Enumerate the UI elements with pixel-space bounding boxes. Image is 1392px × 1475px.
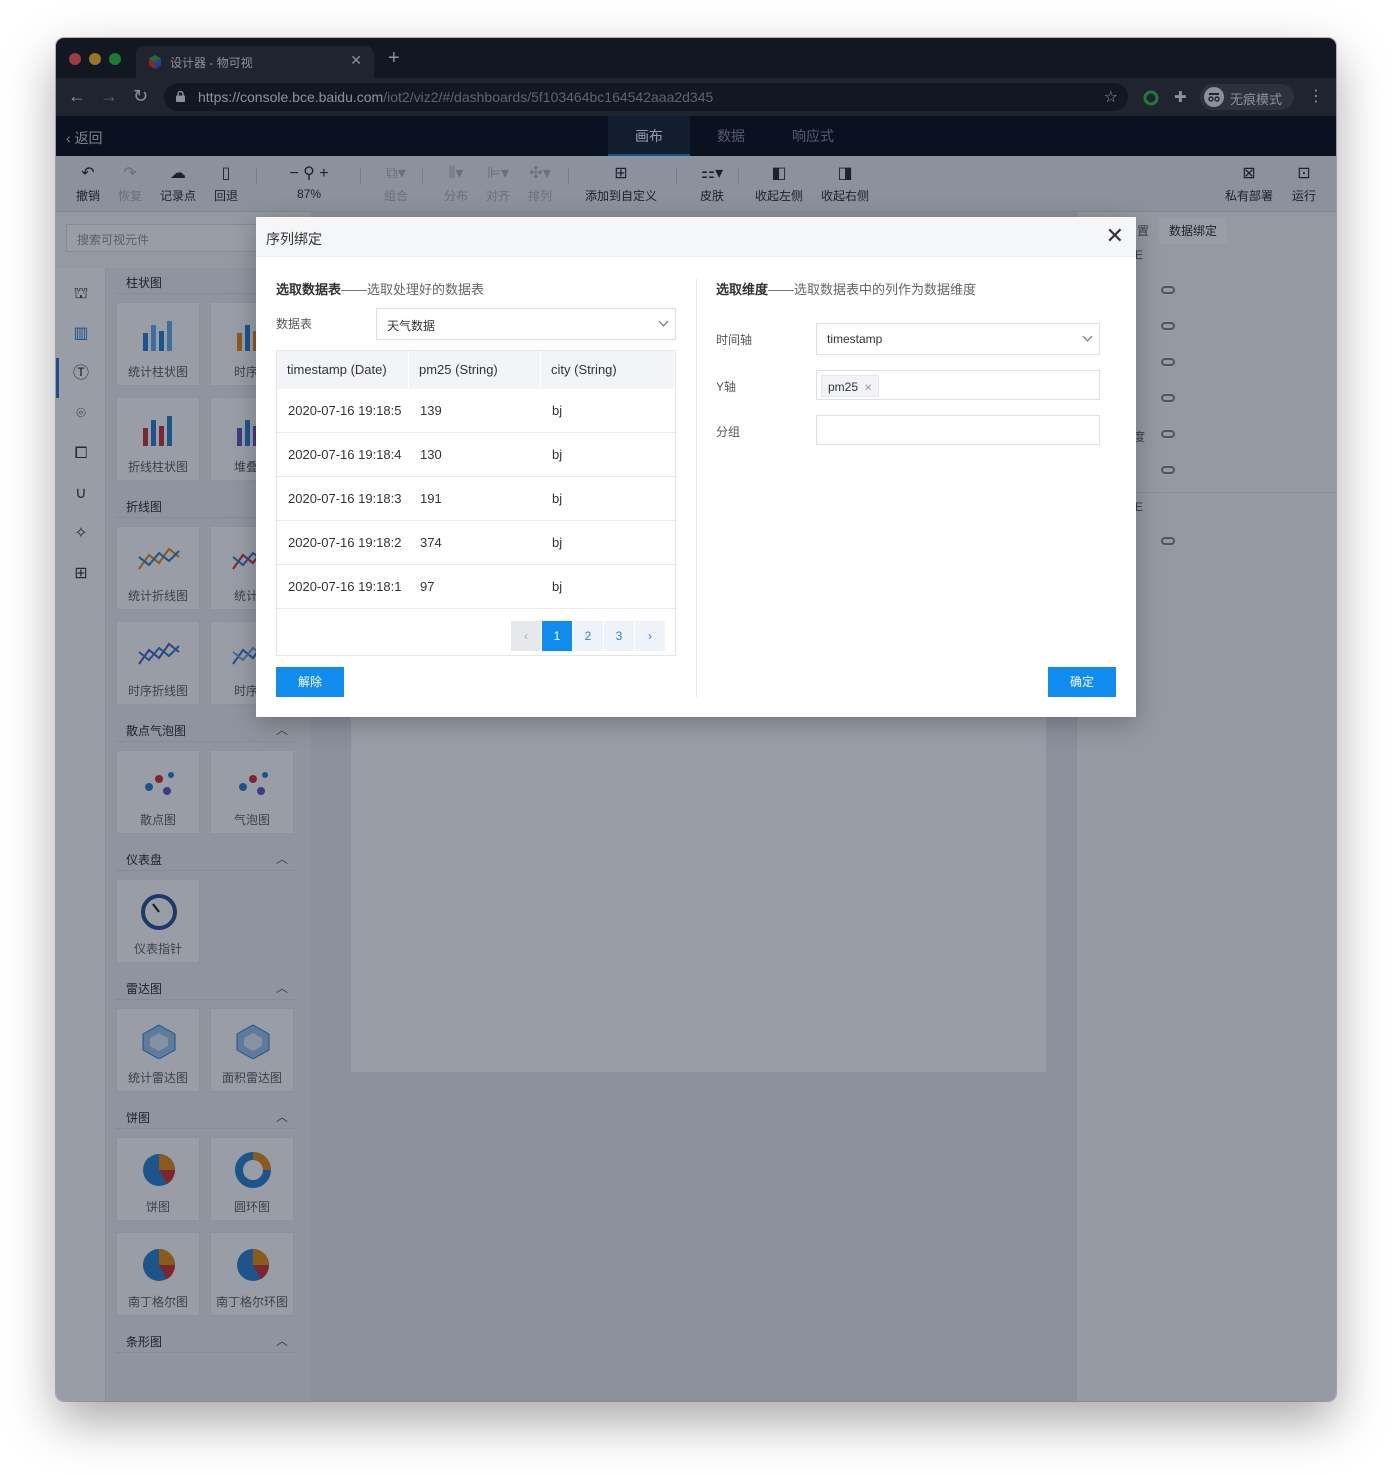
table-cell: 374 xyxy=(420,535,442,550)
dialog-header: 序列绑定 ✕ xyxy=(256,217,1136,257)
pagination-prev[interactable]: ‹ xyxy=(511,621,541,651)
group-label: 分组 xyxy=(716,425,741,439)
table-header-cell: city (String) xyxy=(541,351,675,389)
select-dimension-heading: 选取维度——选取数据表中的列作为数据维度 xyxy=(716,279,976,298)
table-cell: bj xyxy=(552,447,563,462)
select-dimension-desc: ——选取数据表中的列作为数据维度 xyxy=(768,282,977,297)
table-cell: bj xyxy=(552,579,563,594)
series-binding-dialog: 序列绑定 ✕ 选取数据表——选取处理好的数据表 数据表 天气数据 timesta… xyxy=(256,217,1136,717)
table-cell: bj xyxy=(552,535,563,550)
table-cell: bj xyxy=(552,403,563,418)
tag-remove-icon[interactable]: ✕ xyxy=(864,383,872,394)
table-cell: 2020-07-16 19:18:2 xyxy=(288,535,402,550)
dialog-title: 序列绑定 xyxy=(266,231,322,247)
pagination-page[interactable]: 1 xyxy=(542,621,572,651)
table-cell: bj xyxy=(552,491,563,506)
table-select-value: 天气数据 xyxy=(387,319,436,333)
unbind-button[interactable]: 解除 xyxy=(276,667,344,697)
pagination-page[interactable]: 2 xyxy=(573,621,603,651)
table-header-cell: timestamp (Date) xyxy=(277,351,409,389)
time-axis-value: timestamp xyxy=(827,332,883,346)
confirm-button[interactable]: 确定 xyxy=(1048,667,1116,697)
table-cell: 130 xyxy=(420,447,442,462)
data-preview-table: timestamp (Date) pm25 (String) city (Strin… xyxy=(276,350,676,656)
select-dimension-bold: 选取维度 xyxy=(716,282,769,297)
group-select[interactable] xyxy=(816,415,1100,445)
table-cell: 2020-07-16 19:18:5 xyxy=(288,403,402,418)
chevron-down-icon xyxy=(658,316,669,327)
select-table-desc: ——选取处理好的数据表 xyxy=(341,282,485,297)
table-label: 数据表 xyxy=(276,317,313,331)
column-divider xyxy=(696,279,697,697)
browser-window: 设计器 - 物可视 ✕ + ← → ↻ https://console.bce.… xyxy=(56,38,1336,1401)
y-axis-tag-label: pm25 xyxy=(828,380,859,394)
chevron-down-icon xyxy=(1082,331,1093,342)
select-table-bold: 选取数据表 xyxy=(276,282,342,297)
table-cell: 2020-07-16 19:18:4 xyxy=(288,447,402,462)
table-cell: 2020-07-16 19:18:1 xyxy=(288,579,402,594)
table-select[interactable]: 天气数据 xyxy=(376,308,676,340)
table-cell: 97 xyxy=(420,579,435,594)
time-axis-select[interactable]: timestamp xyxy=(816,323,1100,355)
pagination-next[interactable]: › xyxy=(635,621,665,651)
y-axis-multiselect[interactable]: pm25 ✕ xyxy=(816,370,1100,400)
close-icon[interactable]: ✕ xyxy=(1106,225,1124,247)
table-cell: 191 xyxy=(420,491,442,506)
row-divider xyxy=(277,608,675,609)
table-cell: 139 xyxy=(420,403,442,418)
time-axis-label: 时间轴 xyxy=(716,333,753,347)
select-table-heading: 选取数据表——选取处理好的数据表 xyxy=(276,279,484,298)
pagination-page[interactable]: 3 xyxy=(604,621,634,651)
table-header-cell: pm25 (String) xyxy=(409,351,541,389)
y-axis-label: Y轴 xyxy=(716,380,737,394)
y-axis-tag: pm25 ✕ xyxy=(821,375,880,397)
table-cell: 2020-07-16 19:18:3 xyxy=(288,491,402,506)
